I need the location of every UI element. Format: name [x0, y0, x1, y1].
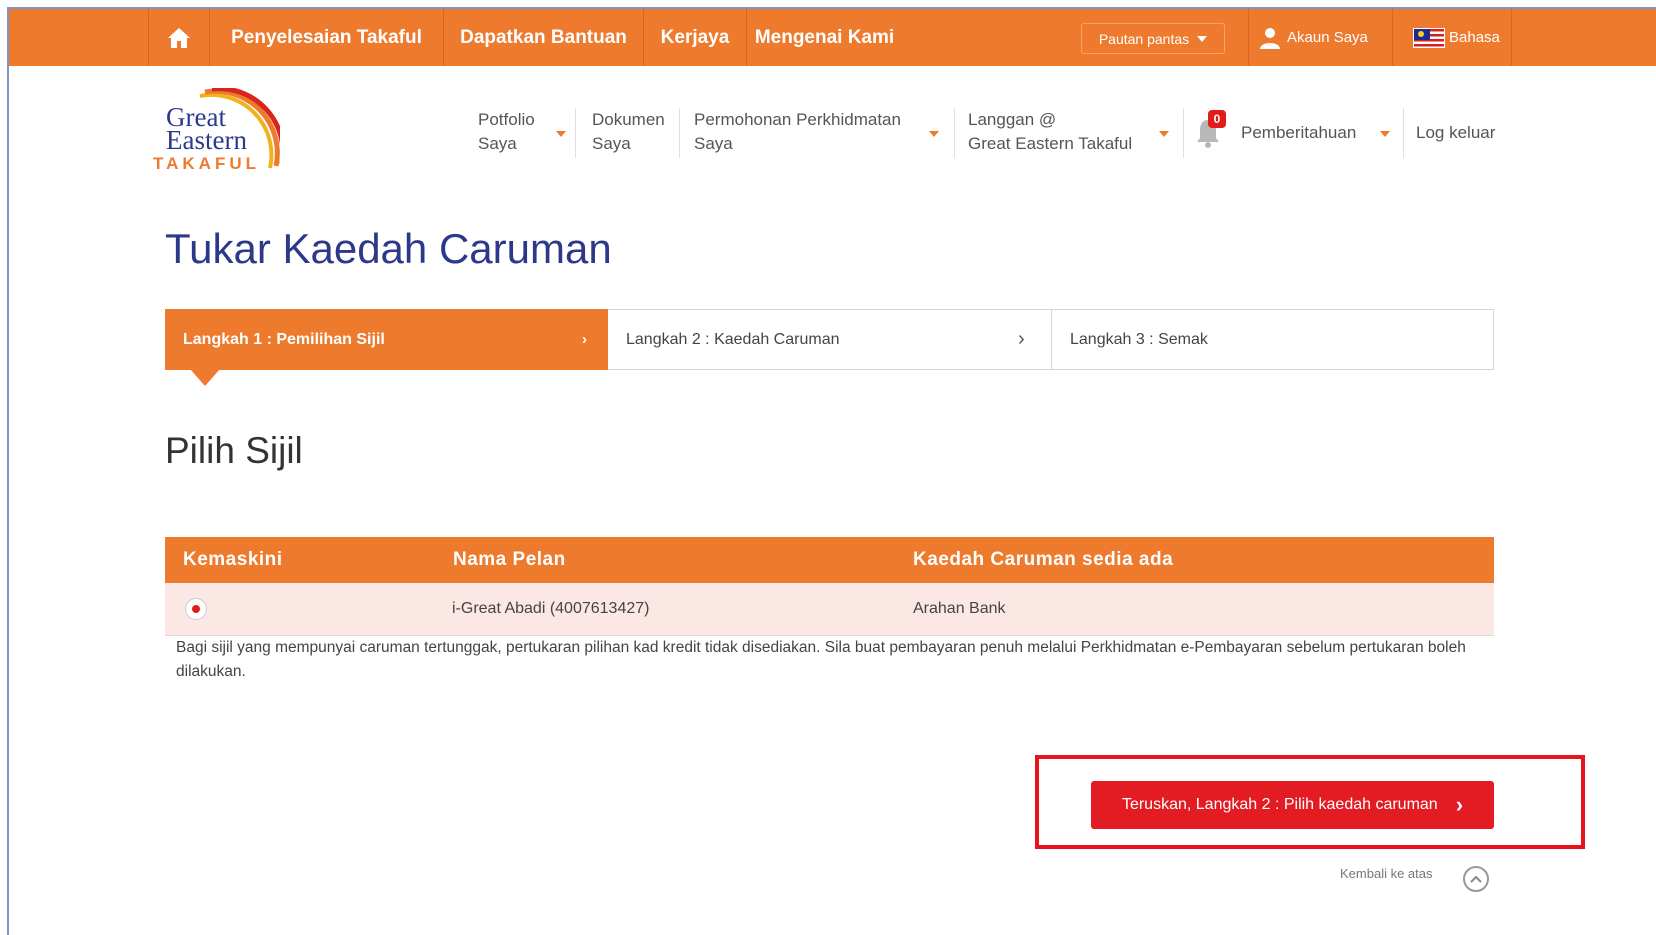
- divider: [1511, 9, 1512, 66]
- page-title: Tukar Kaedah Caruman: [165, 225, 612, 272]
- chevron-right-icon: ›: [1018, 328, 1025, 350]
- active-step-pointer: [190, 369, 220, 386]
- back-to-top-button[interactable]: [1463, 866, 1489, 892]
- nav-subscribe-line2: Great Eastern Takaful: [968, 134, 1133, 153]
- contribution-method-cell: Arahan Bank: [913, 600, 1006, 617]
- divider: [679, 108, 680, 158]
- nav-notifications-label: Pemberitahuan: [1241, 123, 1357, 142]
- nav-documents-line1: Dokumen: [592, 110, 665, 129]
- malaysia-flag-icon: [1413, 27, 1445, 48]
- column-header: Kemaskini: [183, 549, 283, 570]
- language-selector[interactable]: Bahasa: [1413, 9, 1500, 66]
- continue-button[interactable]: Teruskan, Langkah 2 : Pilih kaedah carum…: [1091, 781, 1494, 829]
- table-row[interactable]: i-Great Abadi (4007613427) Arahan Bank: [165, 583, 1494, 636]
- step-2-tab[interactable]: Langkah 2 : Kaedah Caruman ›: [608, 310, 1052, 369]
- select-radio[interactable]: [185, 598, 207, 620]
- logout-label: Log keluar: [1416, 123, 1496, 142]
- chevron-down-icon[interactable]: [929, 131, 939, 137]
- nav-portfolio-line2: Saya: [478, 134, 517, 153]
- logout-link[interactable]: Log keluar: [1416, 121, 1495, 145]
- chevron-right-icon: ›: [582, 331, 587, 348]
- chevron-down-icon[interactable]: [1159, 131, 1169, 137]
- nav-link-kerjaya[interactable]: Kerjaya: [644, 9, 747, 66]
- account-link[interactable]: Akaun Saya: [1259, 9, 1368, 66]
- step-2-label: Langkah 2 : Kaedah Caruman: [626, 330, 840, 348]
- user-icon: [1260, 27, 1280, 49]
- divider: [954, 108, 955, 158]
- nav-service-line1: Permohonan Perkhidmatan: [694, 110, 901, 129]
- chevron-right-icon: ›: [1455, 792, 1464, 817]
- divider: [1392, 9, 1393, 66]
- plan-name-cell: i-Great Abadi (4007613427): [452, 600, 650, 617]
- chevron-down-icon[interactable]: [1380, 131, 1390, 137]
- step-1-label: Langkah 1 : Pemilihan Sijil: [183, 330, 385, 348]
- chevron-up-icon: [1470, 875, 1482, 883]
- divider: [1248, 9, 1249, 66]
- nav-portfolio[interactable]: Potfolio Saya: [478, 108, 535, 156]
- continue-button-label: Teruskan, Langkah 2 : Pilih kaedah carum…: [1121, 796, 1438, 813]
- nav-link-bantuan[interactable]: Dapatkan Bantuan: [444, 9, 644, 66]
- section-title: Pilih Sijil: [165, 430, 303, 471]
- nav-service-requests[interactable]: Permohonan Perkhidmatan Saya: [694, 108, 901, 156]
- great-eastern-takaful-logo[interactable]: Great Eastern TAKAFUL: [150, 88, 280, 178]
- info-note: Bagi sijil yang mempunyai caruman tertun…: [176, 639, 1466, 680]
- nav-documents-line2: Saya: [592, 134, 631, 153]
- column-header: Nama Pelan: [453, 549, 566, 570]
- back-to-top-link[interactable]: Kembali ke atas: [1340, 866, 1433, 881]
- language-label: Bahasa: [1449, 29, 1500, 46]
- nav-subscribe-line1: Langgan @: [968, 110, 1057, 129]
- divider: [1183, 108, 1184, 158]
- table-header: Kemaskini Nama Pelan Kaedah Caruman sedi…: [165, 537, 1494, 583]
- column-header: Kaedah Caruman sedia ada: [913, 549, 1174, 570]
- nav-link-penyelesaian[interactable]: Penyelesaian Takaful: [210, 9, 444, 66]
- home-button[interactable]: [148, 9, 210, 66]
- step-3-label: Langkah 3 : Semak: [1070, 330, 1208, 348]
- top-navbar: Penyelesaian Takaful Dapatkan Bantuan Ke…: [9, 9, 1656, 66]
- logo-text: TAKAFUL: [153, 154, 260, 173]
- divider: [1403, 108, 1404, 158]
- account-label: Akaun Saya: [1287, 29, 1368, 46]
- nav-service-line2: Saya: [694, 134, 733, 153]
- step-3-tab[interactable]: Langkah 3 : Semak: [1052, 310, 1494, 369]
- home-icon: [168, 27, 190, 48]
- divider: [575, 108, 576, 158]
- chevron-down-icon: [1197, 35, 1208, 42]
- chevron-down-icon[interactable]: [556, 131, 566, 137]
- notification-count-badge: 0: [1208, 110, 1226, 128]
- nav-documents[interactable]: Dokumen Saya: [592, 108, 665, 156]
- certificate-table: Kemaskini Nama Pelan Kaedah Caruman sedi…: [165, 537, 1494, 636]
- logo-text: Eastern: [166, 125, 247, 155]
- step-wizard: Langkah 1 : Pemilihan Sijil › Langkah 2 …: [165, 309, 1494, 386]
- step-1-tab[interactable]: Langkah 1 : Pemilihan Sijil ›: [165, 309, 608, 370]
- nav-subscribe[interactable]: Langgan @ Great Eastern Takaful: [968, 108, 1132, 156]
- quick-links-dropdown[interactable]: Pautan pantas: [1081, 23, 1225, 54]
- nav-portfolio-line1: Potfolio: [478, 110, 535, 129]
- quick-links-label: Pautan pantas: [1098, 30, 1190, 47]
- nav-notifications[interactable]: Pemberitahuan: [1241, 121, 1356, 145]
- nav-link-mengenai[interactable]: Mengenai Kami: [747, 9, 902, 66]
